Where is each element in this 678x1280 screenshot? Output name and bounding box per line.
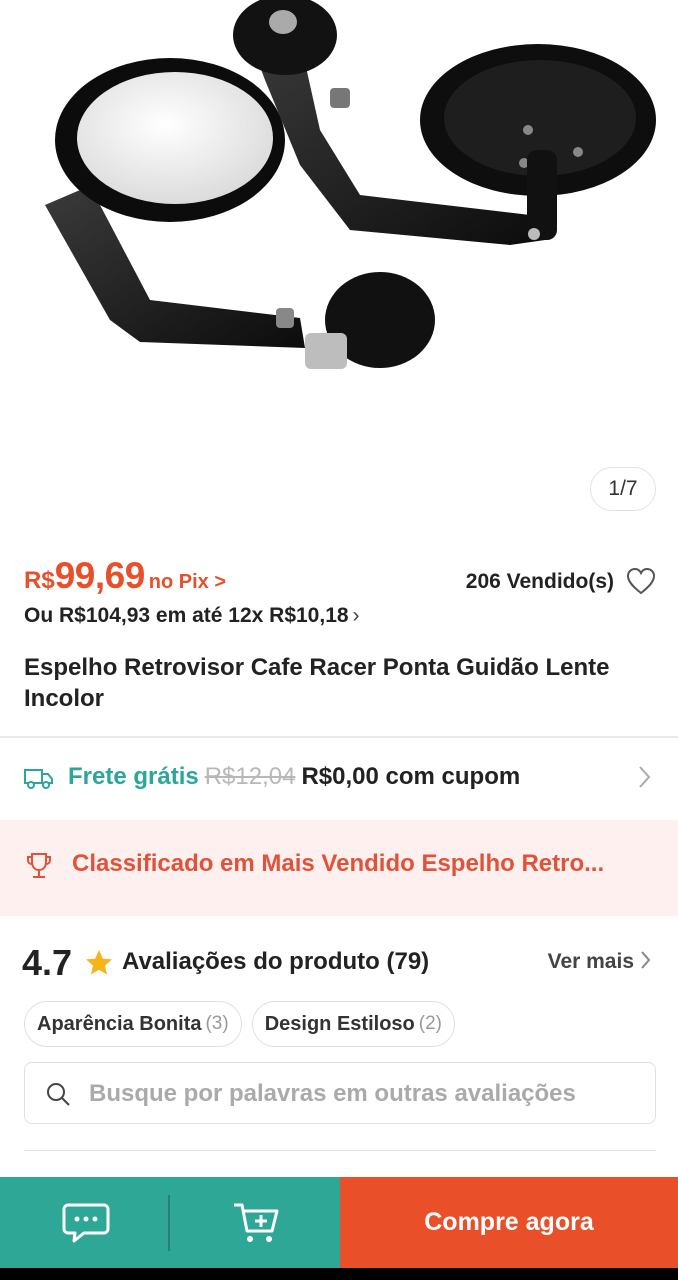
search-icon: [47, 1083, 70, 1106]
review-tags: Aparência Bonita (3) Design Estiloso (2): [24, 1001, 455, 1047]
see-more-link[interactable]: Ver mais: [548, 950, 652, 974]
chevron-right-icon: ›: [352, 604, 360, 627]
chat-icon[interactable]: [62, 1201, 110, 1245]
review-tag[interactable]: Design Estiloso (2): [251, 1001, 455, 1047]
ranking-text: Classificado em Mais Vendido Espelho Ret…: [72, 850, 605, 877]
pix-label: no Pix >: [148, 571, 227, 593]
sold-count: 206 Vendido(s): [465, 570, 614, 593]
reviews-header: 4.7 Avaliações do produto (79) Ver mais: [0, 930, 678, 994]
review-search-input[interactable]: Busque por palavras em outras avaliações: [24, 1062, 656, 1124]
see-more-label: Ver mais: [547, 950, 634, 973]
search-placeholder: Busque por palavras em outras avaliações: [89, 1080, 576, 1107]
price-value: 99,69: [54, 555, 146, 596]
shipping-new-price: R$0,00 com cupom: [301, 763, 521, 790]
divider: [24, 1150, 656, 1151]
review-tag-label: Aparência Bonita: [37, 1012, 202, 1035]
divider: [168, 1195, 170, 1251]
product-page: 1/7 R$99,69 no Pix > 206 Vendido(s) Ou R$…: [0, 0, 678, 1280]
review-tag[interactable]: Aparência Bonita (3): [24, 1001, 242, 1047]
secondary-actions: [0, 1177, 340, 1268]
installments-info[interactable]: Ou R$104,93 em até 12x R$10,18 ›: [24, 604, 360, 628]
reviews-title: Avaliações do produto (79): [122, 948, 430, 975]
add-to-cart-icon[interactable]: [232, 1201, 280, 1245]
free-shipping-label: Frete grátis: [68, 763, 199, 790]
shipping-text: Frete grátis R$12,04 R$0,00 com cupom: [68, 763, 520, 791]
trophy-icon: [27, 853, 51, 878]
truck-icon: [24, 769, 53, 789]
star-icon: [86, 950, 112, 975]
shipping-row[interactable]: Frete grátis R$12,04 R$0,00 com cupom: [0, 738, 678, 820]
ranking-banner[interactable]: Classificado em Mais Vendido Espelho Ret…: [0, 820, 678, 916]
buy-now-button[interactable]: Compre agora: [340, 1177, 678, 1268]
shipping-old-price: R$12,04: [204, 763, 296, 790]
price-row: R$99,69 no Pix > 206 Vendido(s): [24, 555, 664, 603]
chevron-right-icon: [639, 766, 651, 788]
review-tag-label: Design Estiloso: [264, 1012, 415, 1035]
product-title: Espelho Retrovisor Cafe Racer Ponta Guid…: [24, 654, 610, 712]
chevron-right-icon: [641, 951, 651, 969]
review-tag-count: (3): [205, 1013, 229, 1034]
heart-icon[interactable]: [626, 567, 656, 595]
installments-text: Ou R$104,93 em até 12x R$10,18: [24, 604, 349, 627]
price-currency: R$: [24, 567, 55, 594]
pix-price[interactable]: R$99,69 no Pix >: [24, 555, 226, 597]
bottom-action-bar: Compre agora: [0, 1177, 678, 1268]
image-counter: 1/7: [590, 467, 656, 511]
system-navigation-bar: [0, 1268, 678, 1280]
review-tag-count: (2): [418, 1013, 442, 1034]
product-photo: [45, 0, 656, 369]
product-image-gallery[interactable]: 1/7: [0, 0, 678, 525]
rating-value: 4.7: [22, 942, 73, 983]
